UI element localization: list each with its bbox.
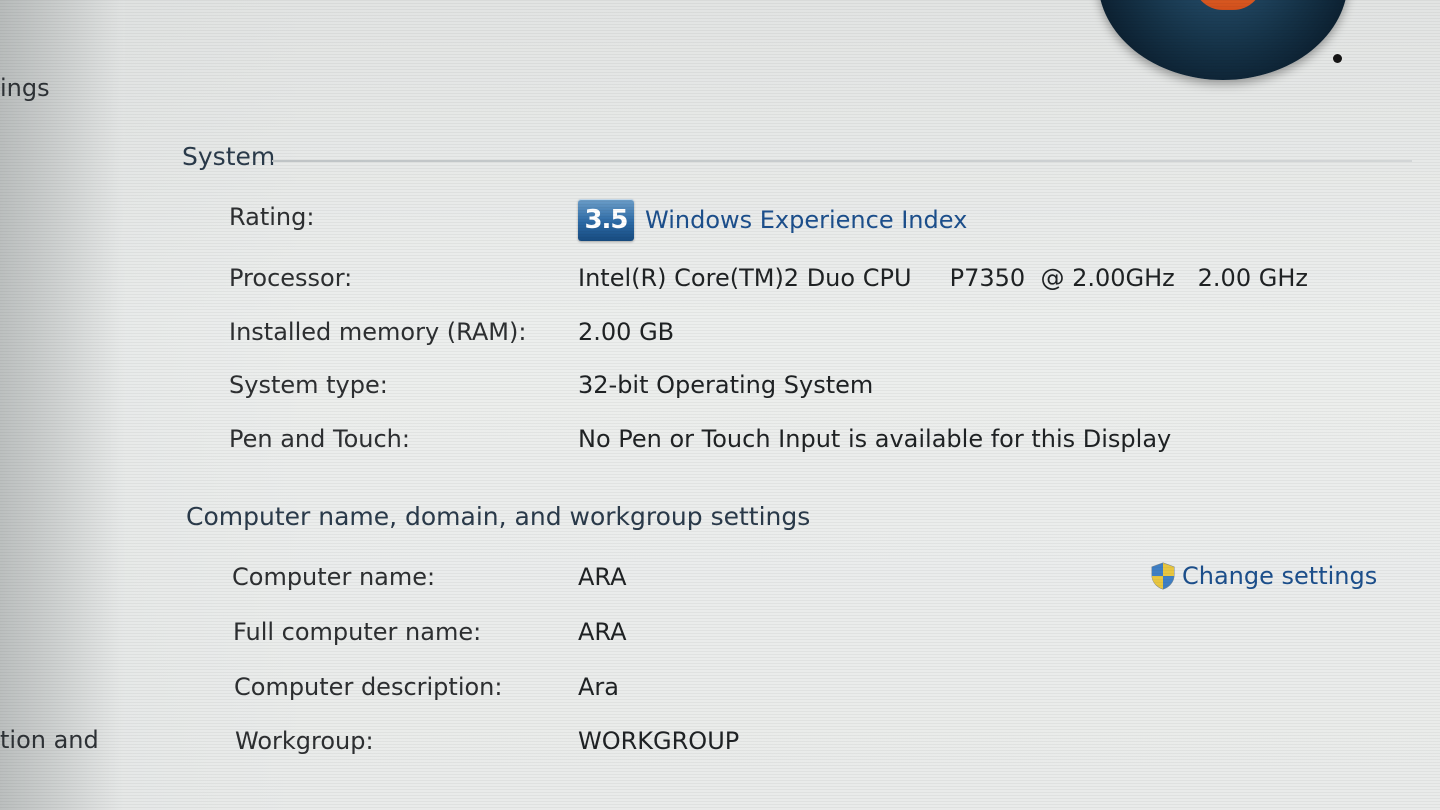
system-section-divider: [272, 160, 1412, 162]
uac-shield-icon[interactable]: [1150, 562, 1176, 590]
windows-logo-icon: [1098, 0, 1348, 80]
system-properties-window: ings tion and System Rating: 3.5 Windows…: [0, 0, 1440, 810]
left-navigation-pane: ings tion and: [0, 0, 125, 810]
pen-touch-label: Pen and Touch:: [229, 425, 410, 453]
processor-label: Processor:: [229, 264, 353, 292]
system-type-value: 32-bit Operating System: [578, 371, 874, 399]
pen-touch-value: No Pen or Touch Input is available for t…: [578, 425, 1172, 453]
system-section-header: System: [182, 142, 276, 171]
workgroup-label: Workgroup:: [235, 727, 374, 755]
windows-flag-icon: [1193, 0, 1263, 10]
system-type-label: System type:: [229, 371, 388, 399]
memory-value: 2.00 GB: [578, 318, 675, 346]
decorative-dot: [1333, 54, 1342, 63]
left-nav-link-settings[interactable]: ings: [0, 74, 50, 102]
change-settings-link[interactable]: Change settings: [1182, 562, 1377, 590]
experience-index-badge[interactable]: 3.5: [578, 199, 634, 241]
memory-label: Installed memory (RAM):: [229, 318, 527, 346]
rating-label: Rating:: [229, 203, 315, 231]
computer-name-label: Computer name:: [232, 563, 436, 591]
full-computer-name-label: Full computer name:: [233, 618, 482, 646]
processor-value: Intel(R) Core(TM)2 Duo CPU P7350 @ 2.00G…: [578, 264, 1308, 292]
computer-description-value: Ara: [578, 673, 619, 701]
computer-name-section-header: Computer name, domain, and workgroup set…: [186, 502, 811, 531]
left-nav-link-information[interactable]: tion and: [0, 726, 99, 754]
workgroup-value: WORKGROUP: [578, 727, 740, 755]
windows-experience-index-link[interactable]: Windows Experience Index: [645, 206, 967, 234]
computer-name-value: ARA: [578, 563, 627, 591]
full-computer-name-value: ARA: [578, 618, 627, 646]
computer-description-label: Computer description:: [234, 673, 503, 701]
